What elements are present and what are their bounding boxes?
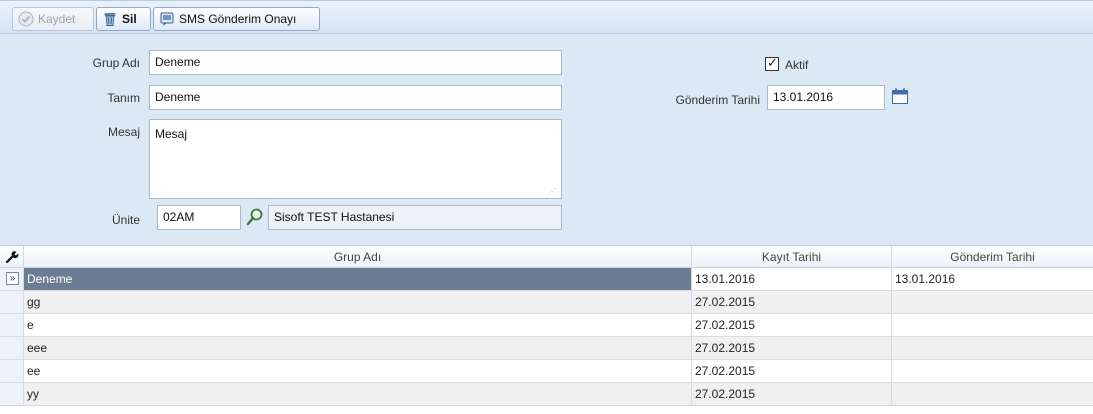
toolbar: Kaydet Sil SMS Gönderim Onayı xyxy=(0,0,1093,34)
table-row[interactable]: gg 27.02.2015 xyxy=(0,291,1093,314)
col-header-record-date[interactable]: Kayıt Tarihi xyxy=(692,246,892,268)
sms-approval-label: SMS Gönderim Onayı xyxy=(179,12,297,26)
table-row[interactable]: ee 27.02.2015 xyxy=(0,360,1093,383)
cell-group-name[interactable]: Deneme xyxy=(24,268,692,290)
message-field[interactable]: Mesaj xyxy=(149,119,562,199)
cell-send-date[interactable] xyxy=(892,314,1093,336)
active-label: Aktif xyxy=(785,58,809,72)
calendar-icon[interactable] xyxy=(891,88,909,105)
cell-group-name[interactable]: gg xyxy=(24,291,692,313)
current-row-icon: » xyxy=(6,272,19,285)
group-name-field[interactable]: Deneme xyxy=(149,50,562,75)
row-indicator[interactable]: » xyxy=(0,268,24,290)
sms-phone-icon xyxy=(159,11,175,27)
cell-group-name[interactable]: eee xyxy=(24,337,692,359)
cell-record-date[interactable]: 13.01.2016 xyxy=(692,268,892,290)
cell-send-date[interactable] xyxy=(892,360,1093,382)
save-label: Kaydet xyxy=(38,12,76,26)
send-date-field[interactable]: 13.01.2016 xyxy=(767,85,885,110)
row-indicator[interactable] xyxy=(0,337,24,359)
send-date-label: Gönderim Tarihi xyxy=(675,93,760,107)
row-indicator[interactable] xyxy=(0,314,24,336)
cell-send-date[interactable] xyxy=(892,337,1093,359)
delete-button[interactable]: Sil xyxy=(96,7,151,31)
cell-group-name[interactable]: e xyxy=(24,314,692,336)
col-header-group-name[interactable]: Grup Adı xyxy=(24,246,692,268)
check-icon: ✓ xyxy=(767,55,778,70)
cell-record-date[interactable]: 27.02.2015 xyxy=(692,291,892,313)
cell-group-name[interactable]: yy xyxy=(24,383,692,405)
unit-code-field[interactable]: 02AM xyxy=(157,205,241,230)
table-row[interactable]: yy 27.02.2015 xyxy=(0,383,1093,406)
trash-icon xyxy=(102,11,118,27)
definition-field[interactable]: Deneme xyxy=(149,85,562,110)
cell-record-date[interactable]: 27.02.2015 xyxy=(692,383,892,405)
table-row[interactable]: » Deneme 13.01.2016 13.01.2016 xyxy=(0,268,1093,291)
cell-send-date[interactable]: 13.01.2016 xyxy=(892,268,1093,290)
search-icon[interactable] xyxy=(245,207,265,227)
grid-header: Grup Adı Kayıt Tarihi Gönderim Tarihi xyxy=(0,246,1093,268)
unit-name-field: Sisoft TEST Hastanesi xyxy=(268,205,562,230)
check-circle-icon xyxy=(18,11,34,27)
table-row[interactable]: eee 27.02.2015 xyxy=(0,337,1093,360)
active-checkbox[interactable]: ✓ xyxy=(765,55,779,71)
group-grid: Grup Adı Kayıt Tarihi Gönderim Tarihi » … xyxy=(0,245,1093,414)
sms-group-window: Kaydet Sil SMS Gönderim Onayı Grup Adı D… xyxy=(0,0,1093,414)
save-button[interactable]: Kaydet xyxy=(12,7,94,31)
unit-label: Ünite xyxy=(111,213,140,227)
row-indicator[interactable] xyxy=(0,383,24,405)
cell-record-date[interactable]: 27.02.2015 xyxy=(692,360,892,382)
definition-label: Tanım xyxy=(107,91,140,105)
delete-label: Sil xyxy=(122,12,137,26)
row-indicator[interactable] xyxy=(0,291,24,313)
form-panel: Grup Adı Deneme Tanım Deneme Mesaj Mesaj… xyxy=(0,35,1093,240)
group-name-label: Grup Adı xyxy=(92,56,140,70)
cell-send-date[interactable] xyxy=(892,291,1093,313)
cell-group-name[interactable]: ee xyxy=(24,360,692,382)
cell-record-date[interactable]: 27.02.2015 xyxy=(692,337,892,359)
sms-approval-button[interactable]: SMS Gönderim Onayı xyxy=(153,7,320,31)
table-row[interactable]: e 27.02.2015 xyxy=(0,314,1093,337)
row-indicator[interactable] xyxy=(0,360,24,382)
col-header-send-date[interactable]: Gönderim Tarihi xyxy=(892,246,1093,268)
cell-send-date[interactable] xyxy=(892,383,1093,405)
cell-record-date[interactable]: 27.02.2015 xyxy=(692,314,892,336)
grid-settings-icon[interactable] xyxy=(0,246,24,268)
message-label: Mesaj xyxy=(107,125,140,139)
